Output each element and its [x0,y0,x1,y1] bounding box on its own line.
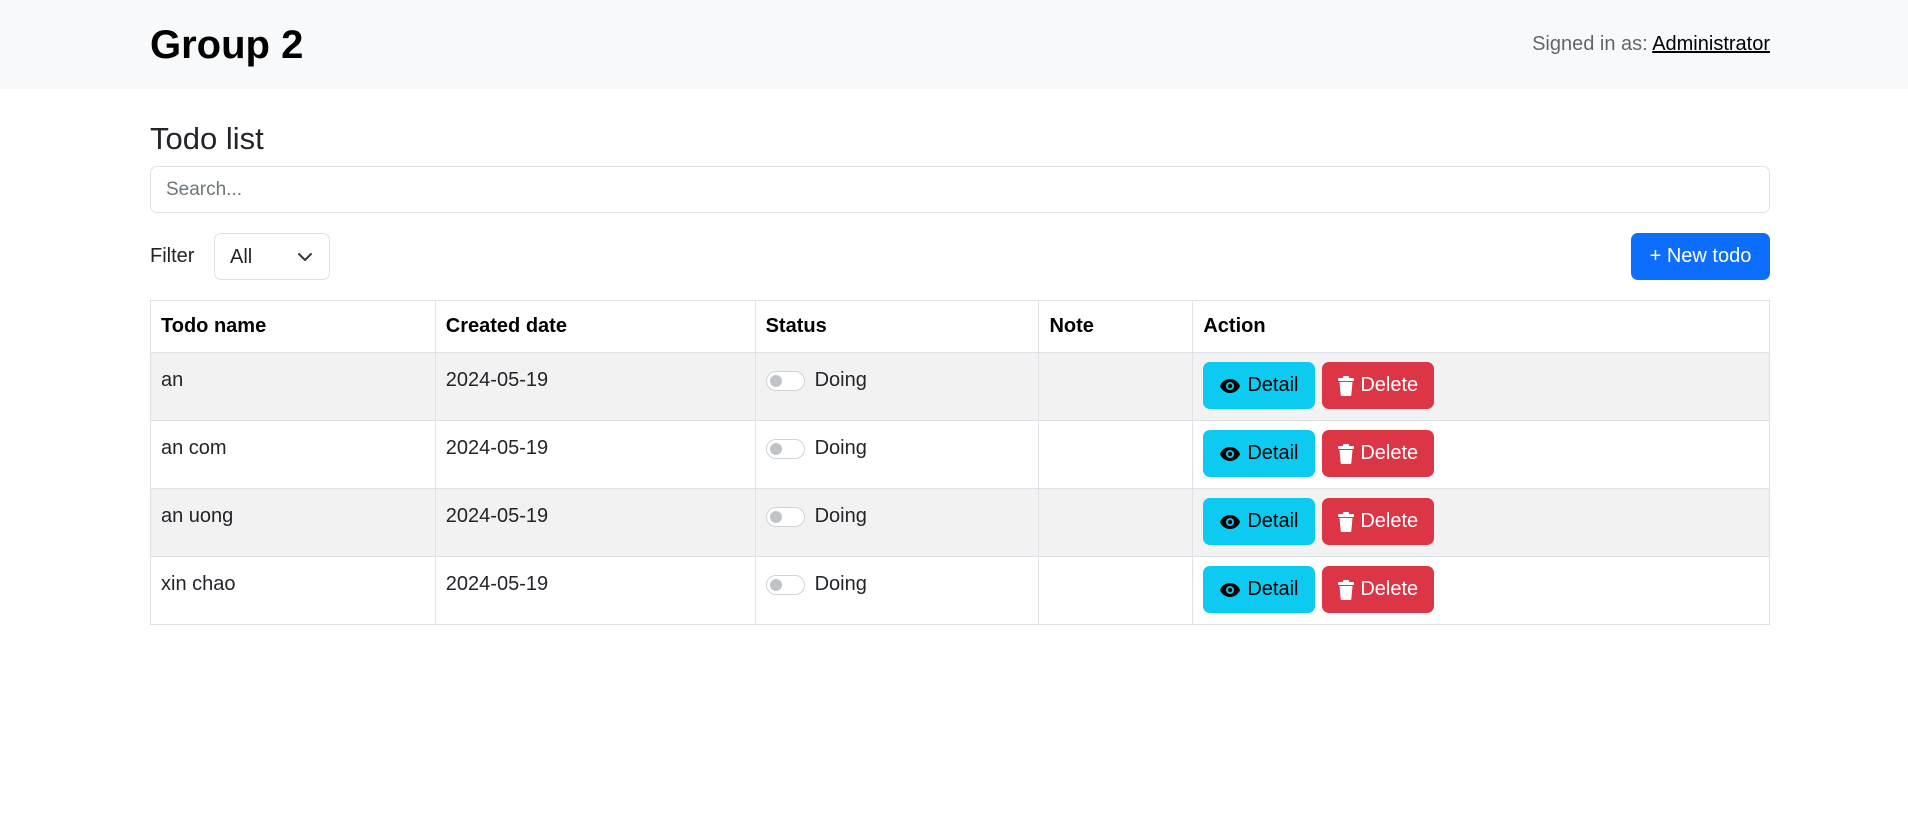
status-toggle[interactable] [765,438,805,459]
status-cell: Doing [754,556,1040,625]
column-header-todo-name: Todo name [150,300,436,353]
action-cell: Detail Delete [1192,420,1770,489]
eye-icon [1220,446,1241,461]
status-cell: Doing [754,352,1040,421]
delete-button-label: Delete [1360,578,1419,600]
filter-select[interactable]: All [214,233,330,280]
status-label: Doing [814,573,867,595]
trash-icon [1338,375,1355,396]
status-wrap: Doing [765,505,1029,528]
eye-icon [1220,582,1241,597]
detail-button[interactable]: Detail [1203,430,1316,477]
navbar: Group 2 Signed in as: Administrator [0,0,1908,89]
signed-in-label: Signed in as: [1532,33,1648,55]
status-cell: Doing [754,420,1040,489]
status-label: Doing [814,505,867,527]
created-date-cell: 2024-05-19 [434,420,756,489]
note-cell [1038,352,1194,421]
column-header-note: Note [1038,300,1194,353]
action-cell: Detail Delete [1192,556,1770,625]
status-cell: Doing [754,488,1040,557]
created-date-cell: 2024-05-19 [434,556,756,625]
table-header-row: Todo name Created date Status Note Actio… [150,300,1770,353]
filter-value: All [230,246,253,268]
chevron-down-icon [298,253,312,261]
detail-button-label: Detail [1247,442,1299,464]
note-cell [1038,488,1194,557]
table-row: xin chao 2024-05-19 Doing Detail Delete [150,556,1770,625]
created-date-cell: 2024-05-19 [434,352,756,421]
todo-table: Todo name Created date Status Note Actio… [150,300,1770,625]
detail-button[interactable]: Detail [1203,362,1316,409]
signed-in-text: Signed in as: Administrator [1532,31,1770,57]
eye-icon [1220,514,1241,529]
status-label: Doing [814,437,867,459]
delete-button[interactable]: Delete [1322,430,1435,477]
detail-button-label: Detail [1247,374,1299,396]
trash-icon [1338,579,1355,600]
column-header-created-date: Created date [434,300,756,353]
table-row: an 2024-05-19 Doing Detail Delete [150,352,1770,421]
todo-name-cell: an com [150,420,436,489]
note-cell [1038,556,1194,625]
status-toggle[interactable] [765,574,805,595]
action-cell: Detail Delete [1192,488,1770,557]
eye-icon [1220,378,1241,393]
delete-button[interactable]: Delete [1322,566,1435,613]
status-wrap: Doing [765,369,1029,392]
brand-title: Group 2 [150,23,304,67]
status-wrap: Doing [765,573,1029,596]
new-todo-button[interactable]: + New todo [1631,233,1770,280]
delete-button-label: Delete [1360,442,1419,464]
note-cell [1038,420,1194,489]
table-row: an uong 2024-05-19 Doing Detail Delete [150,488,1770,557]
column-header-status: Status [754,300,1040,353]
status-wrap: Doing [765,437,1029,460]
detail-button[interactable]: Detail [1203,498,1316,545]
delete-button[interactable]: Delete [1322,362,1435,409]
todo-name-cell: xin chao [150,556,436,625]
status-toggle[interactable] [765,506,805,527]
delete-button-label: Delete [1360,510,1419,532]
todo-name-cell: an [150,352,436,421]
created-date-cell: 2024-05-19 [434,488,756,557]
filter-label: Filter [150,245,195,267]
status-toggle[interactable] [765,370,805,391]
detail-button[interactable]: Detail [1203,566,1316,613]
user-link[interactable]: Administrator [1652,33,1770,55]
delete-button[interactable]: Delete [1322,498,1435,545]
action-cell: Detail Delete [1192,352,1770,421]
todo-name-cell: an uong [150,488,436,557]
status-label: Doing [814,369,867,391]
column-header-action: Action [1192,300,1770,353]
page-title: Todo list [150,121,264,156]
detail-button-label: Detail [1247,578,1299,600]
trash-icon [1338,443,1355,464]
table-row: an com 2024-05-19 Doing Detail Delete [150,420,1770,489]
detail-button-label: Detail [1247,510,1299,532]
search-input[interactable] [150,166,1770,213]
trash-icon [1338,511,1355,532]
delete-button-label: Delete [1360,374,1419,396]
